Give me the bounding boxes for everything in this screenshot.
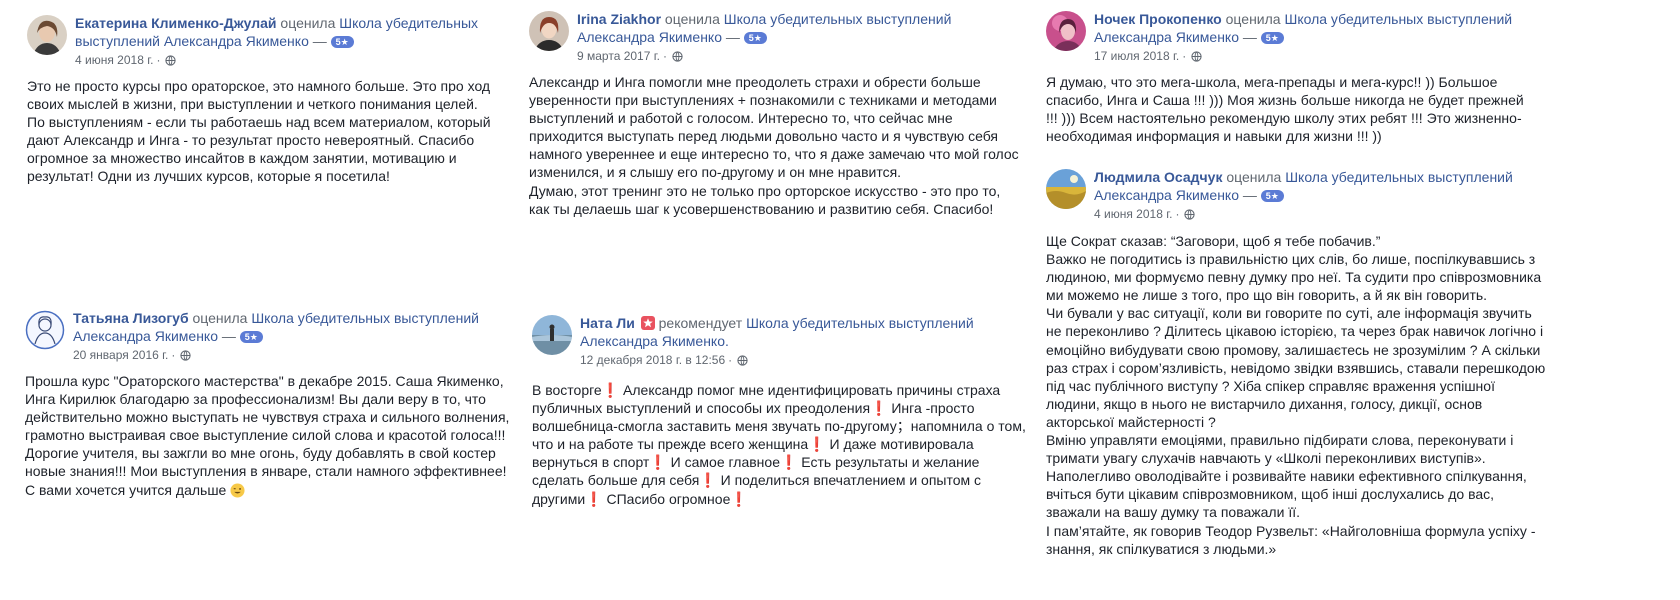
globe-icon: [1191, 50, 1202, 62]
globe-icon: [737, 354, 748, 366]
review-date[interactable]: 9 марта 2017 г.: [577, 49, 660, 63]
user-avatar[interactable]: [529, 11, 569, 51]
globe-icon: [165, 54, 177, 66]
rating-badge: 5★: [239, 331, 263, 343]
review-text: Прошла курс "Ораторского мастерства" в д…: [25, 372, 520, 499]
meta-dot: ·: [1175, 207, 1180, 221]
user-avatar[interactable]: [532, 315, 572, 355]
review-card: Ната Ли рекомендует Школа убедительных в…: [532, 314, 1032, 508]
review-date[interactable]: 12 декабря 2018 г. в 12:56: [580, 353, 725, 367]
review-date[interactable]: 20 января 2016 г.: [73, 348, 168, 362]
dash-separator: —: [725, 29, 740, 45]
user-avatar[interactable]: [1046, 169, 1086, 209]
rating-badge: 5★: [743, 32, 767, 44]
review-text: В восторге❗ Александр помог мне идентифи…: [532, 382, 1026, 507]
user-avatar[interactable]: [1046, 11, 1086, 51]
review-date[interactable]: 4 июня 2018 г.: [75, 53, 153, 67]
review-card: Ночек Прокопенко оценила Школа убедитель…: [1046, 10, 1536, 145]
reviewer-name[interactable]: Татьяна Лизогуб: [73, 310, 189, 326]
meta-dot: ·: [663, 49, 667, 63]
rating-badge: 5★: [1260, 32, 1284, 44]
reviewer-name[interactable]: Екатерина Клименко-Джулай: [75, 15, 277, 31]
reviewer-name[interactable]: Людмила Осадчук: [1094, 169, 1222, 185]
review-verb: оценила: [192, 310, 248, 326]
rating-badge: 5★: [330, 36, 354, 48]
user-avatar[interactable]: [25, 310, 65, 350]
review-text-content: Прошла курс "Ораторского мастерства" в д…: [25, 373, 510, 498]
review-date[interactable]: 4 июня 2018 г.: [1094, 207, 1172, 221]
recommend-star-icon: [640, 316, 655, 330]
review-verb: оценила: [1225, 11, 1281, 27]
wink-emoji-icon: [230, 483, 245, 498]
review-text: Я думаю, что это мега-школа, мега-препад…: [1046, 74, 1524, 145]
review-card: Татьяна Лизогуб оценила Школа убедительн…: [25, 309, 520, 499]
dash-separator: —: [1242, 29, 1257, 45]
review-verb: оценила: [280, 15, 336, 31]
reviewer-name[interactable]: Ночек Прокопенко: [1094, 11, 1222, 27]
review-verb: оценила: [664, 11, 720, 27]
meta-dot: ·: [171, 348, 176, 362]
globe-icon: [1184, 208, 1196, 220]
review-card: Irina Ziakhor оценила Школа убедительных…: [529, 10, 1024, 218]
dash-separator: —: [312, 33, 327, 49]
globe-icon: [180, 349, 192, 361]
reviewer-name[interactable]: Ната Ли: [580, 315, 635, 331]
meta-dot: ·: [728, 353, 733, 367]
meta-dot: ·: [156, 53, 161, 67]
page-link[interactable]: Школа убедительных выступлений Александр…: [580, 315, 974, 349]
user-avatar[interactable]: [27, 15, 67, 55]
review-verb: оценила: [1226, 169, 1282, 185]
review-card: Екатерина Клименко-Джулай оценила Школа …: [27, 14, 507, 186]
dash-separator: —: [221, 328, 236, 344]
review-date[interactable]: 17 июля 2018 г.: [1094, 49, 1179, 63]
meta-dot: ·: [1182, 49, 1187, 63]
review-text: Это не просто курсы про ораторское, это …: [27, 78, 491, 185]
rating-badge: 5★: [1260, 190, 1284, 202]
review-card: Людмила Осадчук оценила Школа убедительн…: [1046, 168, 1546, 558]
globe-icon: [672, 50, 683, 62]
reviewer-name[interactable]: Irina Ziakhor: [577, 11, 661, 27]
review-text: Александр и Инга помогли мне преодолеть …: [529, 74, 1019, 217]
review-verb: рекомендует: [658, 315, 743, 331]
review-text: Ще Сократ сказав: “Заговори, щоб я тебе …: [1046, 233, 1546, 557]
dash-separator: —: [1242, 187, 1257, 203]
